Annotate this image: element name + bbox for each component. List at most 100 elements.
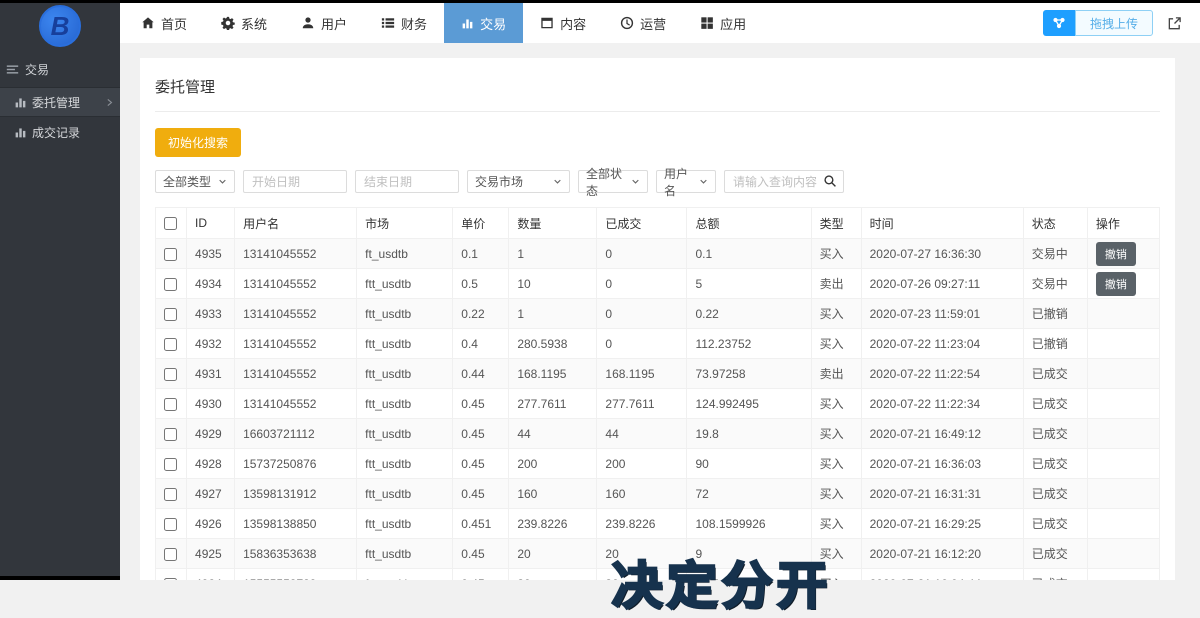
cell-total: 112.23752 — [687, 329, 811, 359]
row-checkbox[interactable] — [164, 338, 177, 351]
cell-id: 4935 — [187, 239, 235, 269]
netdisk-nodes-icon-box[interactable] — [1043, 10, 1075, 36]
cell-total: 108.1599926 — [687, 509, 811, 539]
row-checkbox[interactable] — [164, 518, 177, 531]
cancel-order-button[interactable]: 撤销 — [1096, 272, 1136, 296]
cell-total: 5 — [687, 269, 811, 299]
nav-item-operation[interactable]: 运营 — [603, 3, 683, 43]
row-checkbox[interactable] — [164, 248, 177, 261]
reset-search-button[interactable]: 初始化搜索 — [155, 128, 241, 157]
row-checkbox[interactable] — [164, 398, 177, 411]
cell-total: 0.22 — [687, 299, 811, 329]
cell-type: 买入 — [811, 449, 861, 479]
cell-id: 4928 — [187, 449, 235, 479]
column-header: 类型 — [811, 208, 861, 239]
cell-amount: 1 — [509, 299, 597, 329]
sidebar-section-trade[interactable]: 交易 — [0, 52, 120, 87]
cell-action: 撤销 — [1087, 269, 1159, 299]
drag-upload-label[interactable]: 拖拽上传 — [1075, 10, 1153, 36]
bar-chart-icon — [14, 126, 27, 139]
username-select-value: 用户名 — [664, 165, 699, 199]
row-checkbox[interactable] — [164, 368, 177, 381]
row-checkbox-cell — [156, 239, 187, 269]
cell-amount: 20 — [509, 539, 597, 569]
cell-filled: 0 — [597, 299, 687, 329]
cell-total: 124.992495 — [687, 389, 811, 419]
app-logo: B — [0, 0, 120, 52]
cell-time: 2020-07-21 16:12:20 — [861, 539, 1023, 569]
cell-type: 卖出 — [811, 359, 861, 389]
row-checkbox[interactable] — [164, 548, 177, 561]
nav-item-system[interactable]: 系统 — [204, 3, 284, 43]
cell-price: 0.45 — [453, 479, 509, 509]
search-icon[interactable] — [823, 174, 837, 188]
sidebar-item-entrust-manage[interactable]: 委托管理 — [0, 87, 120, 117]
row-checkbox-cell — [156, 299, 187, 329]
status-select[interactable]: 全部状态 — [578, 170, 648, 193]
nav-item-content[interactable]: 内容 — [523, 3, 603, 43]
cell-total: 72 — [687, 479, 811, 509]
type-select[interactable]: 全部类型 — [155, 170, 235, 193]
cell-status: 交易中 — [1023, 239, 1087, 269]
window-icon — [540, 16, 554, 30]
chevron-down-icon — [553, 177, 562, 186]
table-row: 493113141045552ftt_usdtb0.44168.1195168.… — [156, 359, 1160, 389]
end-date-input[interactable] — [355, 170, 459, 193]
column-header: 市场 — [357, 208, 453, 239]
sidebar-menu: 委托管理成交记录 — [0, 87, 120, 147]
nav-item-label: 首页 — [161, 14, 187, 33]
nav-item-trade[interactable]: 交易 — [444, 3, 523, 43]
cell-time: 2020-07-26 09:27:11 — [861, 269, 1023, 299]
row-checkbox[interactable] — [164, 428, 177, 441]
cell-price: 0.451 — [453, 509, 509, 539]
market-select[interactable]: 交易市场 — [467, 170, 570, 193]
cell-action — [1087, 299, 1159, 329]
nav-item-home[interactable]: 首页 — [124, 3, 204, 43]
cell-type: 买入 — [811, 479, 861, 509]
cell-market: ftt_usdtb — [357, 269, 453, 299]
cancel-order-button[interactable]: 撤销 — [1096, 242, 1136, 266]
cell-total: 0.1 — [687, 239, 811, 269]
sidebar-item-deal-records[interactable]: 成交记录 — [0, 117, 120, 147]
row-checkbox-cell — [156, 569, 187, 581]
row-checkbox[interactable] — [164, 488, 177, 501]
cell-status: 已成交 — [1023, 509, 1087, 539]
nav-item-user[interactable]: 用户 — [284, 3, 364, 43]
cell-time: 2020-07-22 11:22:34 — [861, 389, 1023, 419]
cell-time: 2020-07-27 16:36:30 — [861, 239, 1023, 269]
cell-total: 9 — [687, 539, 811, 569]
cell-id: 4933 — [187, 299, 235, 329]
upload-button[interactable]: 拖拽上传 — [1043, 10, 1153, 36]
cell-username: 13141045552 — [235, 329, 357, 359]
cell-username: 15836353638 — [235, 539, 357, 569]
cell-username: 13598131912 — [235, 479, 357, 509]
row-checkbox[interactable] — [164, 278, 177, 291]
cell-type: 买入 — [811, 509, 861, 539]
type-select-value: 全部类型 — [163, 173, 211, 190]
cell-filled: 0 — [597, 269, 687, 299]
cell-action — [1087, 569, 1159, 581]
cell-action — [1087, 329, 1159, 359]
cell-market: ftt_usdtb — [357, 509, 453, 539]
main-nav: 首页系统用户财务交易内容运营 应用 — [120, 3, 763, 43]
cell-id: 4927 — [187, 479, 235, 509]
cell-time: 2020-07-21 16:04:44 — [861, 569, 1023, 581]
cell-time: 2020-07-21 16:31:31 — [861, 479, 1023, 509]
nav-item-finance[interactable]: 财务 — [364, 3, 444, 43]
start-date-input[interactable] — [243, 170, 347, 193]
column-header: 单价 — [453, 208, 509, 239]
username-select[interactable]: 用户名 — [656, 170, 716, 193]
cell-total: 73.97258 — [687, 359, 811, 389]
nav-item-label: 应用 — [720, 14, 746, 33]
export-button[interactable] — [1167, 16, 1182, 31]
row-checkbox[interactable] — [164, 308, 177, 321]
nav-item-app[interactable]: 应用 — [683, 3, 763, 43]
select-all-checkbox[interactable] — [164, 217, 177, 230]
row-checkbox[interactable] — [164, 458, 177, 471]
cell-status: 已撤销 — [1023, 329, 1087, 359]
cell-market: ftt_usdtb — [357, 539, 453, 569]
cell-market: ftt_usdtb — [357, 389, 453, 419]
collapse-icon — [6, 63, 19, 76]
cell-market: ftt_usdtb — [357, 449, 453, 479]
cell-amount: 168.1195 — [509, 359, 597, 389]
